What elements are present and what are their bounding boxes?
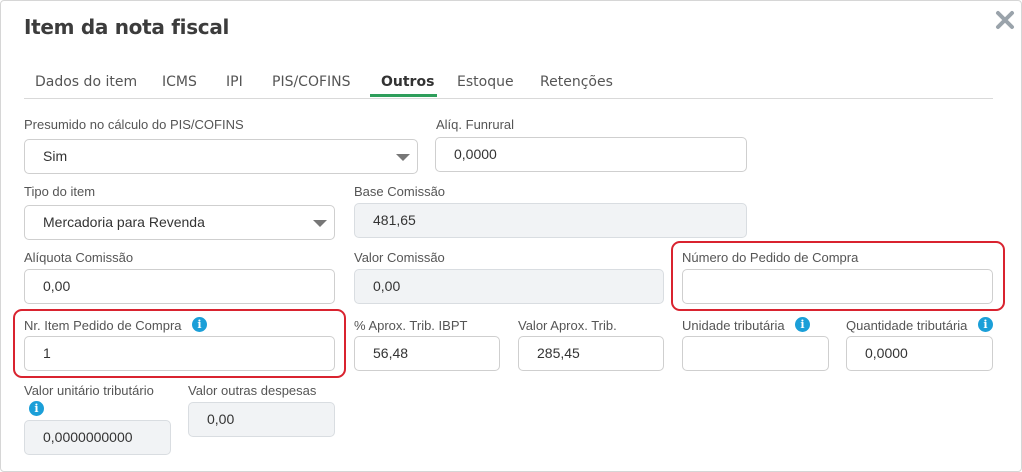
unidade-tributaria-input[interactable]	[682, 336, 829, 371]
tab-ipi[interactable]: IPI	[226, 74, 243, 90]
aliquota-comissao-label: Alíquota Comissão	[24, 250, 134, 265]
valor-comissao-label: Valor Comissão	[354, 250, 445, 265]
chevron-down-icon	[313, 220, 327, 227]
item-nota-fiscal-modal: Item da nota fiscal Dados do item ICMS I…	[0, 0, 1022, 472]
base-comissao-label: Base Comissão	[354, 184, 446, 199]
info-icon[interactable]: i	[795, 317, 810, 332]
tab-dados-do-item[interactable]: Dados do item	[35, 74, 137, 90]
chevron-down-icon	[396, 154, 410, 161]
aprox-trib-ibpt-label: % Aprox. Trib. IBPT	[354, 318, 468, 333]
presumido-label: Presumido no cálculo do PIS/COFINS	[24, 117, 244, 132]
presumido-value: Sim	[43, 148, 68, 164]
aliq-funrural-label: Alíq. Funrural	[436, 117, 515, 132]
base-comissao-field: 481,65	[354, 203, 747, 238]
info-icon[interactable]: i	[978, 317, 993, 332]
valor-aprox-trib-input[interactable]: 285,45	[518, 336, 664, 371]
tab-pis-cofins[interactable]: PIS/COFINS	[272, 74, 351, 90]
numero-pedido-label: Número do Pedido de Compra	[682, 250, 859, 265]
close-icon-svg	[996, 11, 1014, 29]
tab-estoque[interactable]: Estoque	[457, 74, 514, 90]
nr-item-pedido-label: Nr. Item Pedido de Compra	[24, 318, 182, 333]
valor-outras-despesas-field: 0,00	[188, 402, 335, 437]
valor-comissao-field: 0,00	[354, 269, 664, 304]
tab-outros[interactable]: Outros	[381, 74, 434, 90]
info-icon[interactable]: i	[29, 401, 44, 416]
tipo-item-label: Tipo do item	[24, 184, 96, 199]
aliq-funrural-input[interactable]: 0,0000	[435, 137, 747, 172]
aliquota-comissao-input[interactable]: 0,00	[24, 269, 335, 304]
unidade-tributaria-label: Unidade tributária	[682, 318, 785, 333]
active-tab-indicator	[370, 94, 437, 97]
numero-pedido-input[interactable]	[682, 269, 993, 304]
valor-unitario-tributario-field: 0,0000000000	[24, 420, 171, 455]
tab-icms[interactable]: ICMS	[162, 74, 197, 90]
nr-item-pedido-input[interactable]: 1	[24, 336, 335, 371]
quantidade-tributaria-input[interactable]: 0,0000	[846, 336, 993, 371]
tab-bar: Dados do item ICMS IPI PIS/COFINS Outros…	[24, 67, 993, 99]
tipo-item-value: Mercadoria para Revenda	[43, 214, 205, 230]
modal-title: Item da nota fiscal	[24, 15, 230, 39]
info-icon[interactable]: i	[192, 317, 207, 332]
presumido-select[interactable]: Sim	[24, 139, 418, 174]
tab-retencoes[interactable]: Retenções	[540, 74, 613, 90]
valor-outras-despesas-label: Valor outras despesas	[188, 383, 317, 398]
tipo-item-select[interactable]: Mercadoria para Revenda	[24, 205, 335, 240]
valor-aprox-trib-label: Valor Aprox. Trib.	[518, 318, 617, 333]
valor-unitario-tributario-label: Valor unitário tributário	[24, 383, 154, 398]
close-icon[interactable]	[995, 9, 1015, 31]
quantidade-tributaria-label: Quantidade tributária	[846, 318, 968, 333]
aprox-trib-ibpt-input[interactable]: 56,48	[354, 336, 500, 371]
